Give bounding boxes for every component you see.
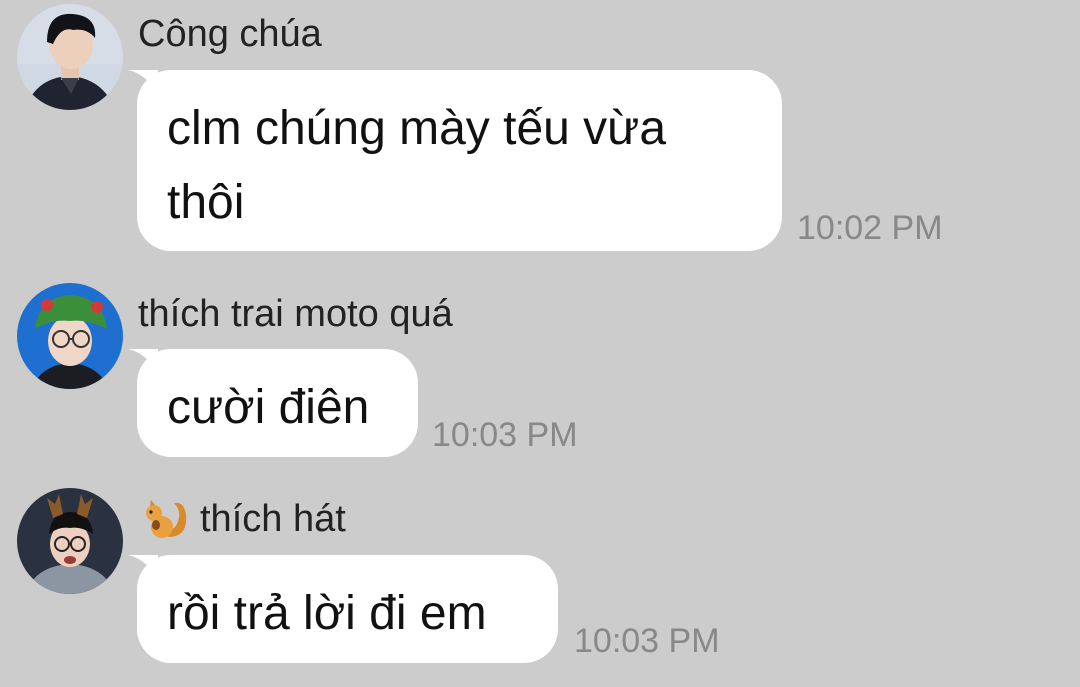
message-time: 10:03 PM [574,622,720,660]
squirrel-icon [146,500,187,538]
sender-name-text: thích hát [200,498,346,540]
message-3: thích hát rồi trả lời đi em 10:03 PM [0,0,1080,687]
sender-name: thích hát [138,497,346,541]
message-text-line: rồi trả lời đi em [167,587,487,640]
avatar[interactable] [17,488,123,594]
avatar-photo [17,488,123,594]
message-bubble[interactable]: rồi trả lời đi em [137,555,558,663]
